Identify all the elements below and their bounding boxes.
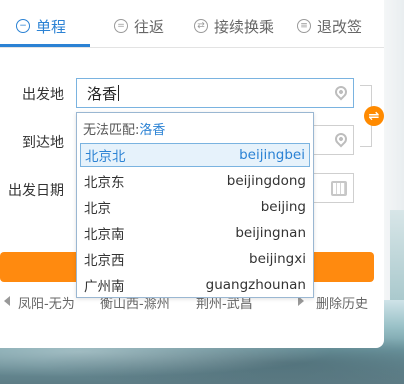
date-label: 出发日期 <box>8 183 64 199</box>
station-name: 北京东 <box>84 175 125 191</box>
station-option[interactable]: 北京 beijing <box>80 195 310 219</box>
station-pinyin: beijingdong <box>226 173 306 189</box>
transfer-circle-icon: ⇄ <box>194 19 208 33</box>
location-pin-icon[interactable] <box>332 130 350 148</box>
station-option[interactable]: 北京北 beijingbei <box>80 143 310 167</box>
history-item[interactable]: 凤阳-无为 <box>18 293 75 312</box>
location-pin-icon[interactable] <box>332 83 350 101</box>
trip-type-tabs: − 单程 = 往返 ⇄ 接续换乘 ≡ 退改签 <box>0 0 384 48</box>
station-option[interactable]: 北京西 beijingxi <box>80 247 310 271</box>
tab-round-trip[interactable]: = 往返 <box>114 14 164 38</box>
station-pinyin: beijingbei <box>239 147 305 163</box>
tab-label: 单程 <box>36 17 67 36</box>
history-prev-icon[interactable] <box>4 296 10 306</box>
calendar-icon[interactable] <box>331 181 347 196</box>
text-caret <box>118 85 120 101</box>
no-match-prefix: 无法匹配: <box>83 123 140 138</box>
station-name: 北京西 <box>84 253 125 269</box>
equals-circle-icon: = <box>114 19 128 33</box>
station-name: 广州南 <box>84 279 125 295</box>
station-suggestion-dropdown: 无法匹配:洛香 北京北 beijingbei 北京东 beijingdong 北… <box>76 112 314 298</box>
departure-value: 洛香 <box>87 84 118 103</box>
station-name: 北京南 <box>84 227 125 243</box>
refund-circle-icon: ≡ <box>297 19 311 33</box>
departure-label: 出发地 <box>22 87 64 103</box>
tab-label: 接续换乘 <box>214 17 275 36</box>
station-pinyin: beijing <box>260 199 306 215</box>
tab-transfer[interactable]: ⇄ 接续换乘 <box>194 14 274 38</box>
minus-circle-icon: − <box>16 19 30 33</box>
tab-label: 往返 <box>134 17 165 36</box>
tab-label: 退改签 <box>317 17 363 36</box>
tab-one-way[interactable]: − 单程 <box>16 14 66 38</box>
delete-history-link[interactable]: 删除历史 <box>316 293 368 312</box>
station-pinyin: beijingxi <box>249 251 306 267</box>
station-name: 北京北 <box>85 149 126 165</box>
station-name: 北京 <box>84 201 111 217</box>
departure-input[interactable]: 洛香 <box>76 78 354 108</box>
station-option[interactable]: 北京南 beijingnan <box>80 221 310 245</box>
active-tab-indicator <box>0 44 90 47</box>
station-option[interactable]: 北京东 beijingdong <box>80 169 310 193</box>
station-pinyin: beijingnan <box>235 225 306 241</box>
station-pinyin: guangzhounan <box>205 277 306 293</box>
arrival-label: 到达地 <box>22 135 64 151</box>
swap-stations-button[interactable]: ⇌ <box>364 106 384 126</box>
tab-refund[interactable]: ≡ 退改签 <box>297 14 362 38</box>
no-match-message: 无法匹配:洛香 <box>83 119 165 138</box>
station-option[interactable]: 广州南 guangzhounan <box>80 273 310 297</box>
background-edge <box>384 0 404 300</box>
no-match-term: 洛香 <box>139 123 166 138</box>
